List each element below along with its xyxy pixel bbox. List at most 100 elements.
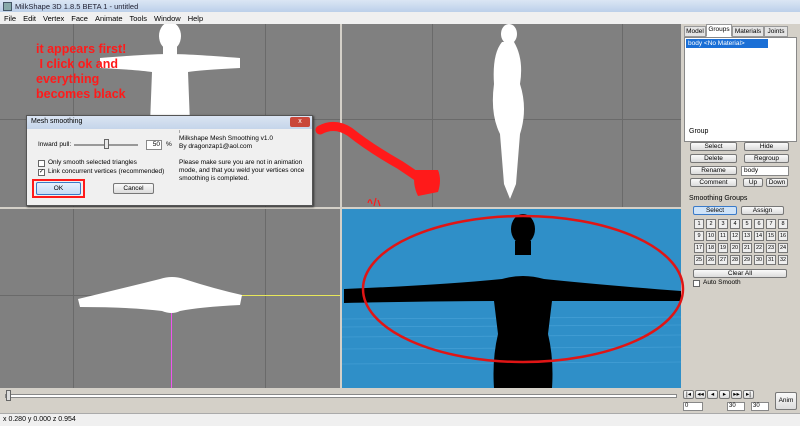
smoothing-group-button[interactable]: 13: [742, 231, 752, 241]
group-list[interactable]: body <No Material>: [684, 37, 797, 142]
end-frame-input[interactable]: 30: [727, 402, 745, 411]
play-button[interactable]: ▸: [719, 390, 730, 399]
menu-vertex[interactable]: Vertex: [43, 14, 64, 23]
percent-label: %: [166, 141, 172, 148]
dialog-close-button[interactable]: x: [290, 117, 310, 127]
regroup-button[interactable]: Regroup: [744, 154, 789, 163]
smoothing-group-button[interactable]: 22: [754, 243, 764, 253]
smoothing-group-button[interactable]: 3: [718, 219, 728, 229]
clear-all-button[interactable]: Clear All: [693, 269, 787, 278]
viewport-top[interactable]: [0, 209, 340, 388]
smoothing-group-button[interactable]: 7: [766, 219, 776, 229]
model-perspective-view: [342, 214, 681, 388]
smoothing-group-button[interactable]: 20: [730, 243, 740, 253]
group-section-title: Group: [689, 128, 709, 135]
viewport-side[interactable]: [342, 24, 681, 207]
animation-controls: |◂ ◂◂ ◂ ▸ ▸▸ ▸| 0 30 30 Anim: [683, 390, 798, 412]
group-name-input[interactable]: body: [741, 166, 789, 176]
auto-smooth-checkbox[interactable]: [693, 280, 700, 287]
cancel-button[interactable]: Cancel: [113, 183, 154, 194]
tab-materials[interactable]: Materials: [732, 26, 764, 37]
menu-face[interactable]: Face: [71, 14, 88, 23]
total-frame-input[interactable]: 30: [751, 402, 769, 411]
comment-button[interactable]: Comment: [690, 178, 737, 187]
up-button[interactable]: Up: [743, 178, 763, 187]
smoothing-group-button[interactable]: 11: [718, 231, 728, 241]
menu-help[interactable]: Help: [188, 14, 203, 23]
smoothing-group-button[interactable]: 32: [778, 255, 788, 265]
smoothing-group-button[interactable]: 12: [730, 231, 740, 241]
timeline-bar: [0, 388, 681, 413]
smoothing-group-button[interactable]: 5: [742, 219, 752, 229]
delete-button[interactable]: Delete: [690, 154, 737, 163]
smoothing-group-button[interactable]: 17: [694, 243, 704, 253]
select-button[interactable]: Select: [690, 142, 737, 151]
smoothing-group-button[interactable]: 19: [718, 243, 728, 253]
smoothing-group-button[interactable]: 18: [706, 243, 716, 253]
timeline-track[interactable]: [5, 394, 677, 398]
smoothing-assign-button[interactable]: Assign: [741, 206, 784, 215]
hide-button[interactable]: Hide: [744, 142, 789, 151]
annotation-text: it appears first! I click ok and everyth…: [36, 42, 126, 102]
smoothing-group-button[interactable]: 14: [754, 231, 764, 241]
smoothing-group-button[interactable]: 8: [778, 219, 788, 229]
smoothing-group-button[interactable]: 28: [730, 255, 740, 265]
menu-edit[interactable]: Edit: [23, 14, 36, 23]
annotation-line-1: it appears first!: [36, 42, 127, 56]
prev-frame-button[interactable]: ◂: [707, 390, 718, 399]
smoothing-group-button[interactable]: 30: [754, 255, 764, 265]
smoothing-group-button[interactable]: 25: [694, 255, 704, 265]
menu-window[interactable]: Window: [154, 14, 181, 23]
next-frame-button[interactable]: ▸▸: [731, 390, 742, 399]
smoothing-group-button[interactable]: 10: [706, 231, 716, 241]
mesh-smoothing-dialog: Mesh smoothing x Inward pull: 50 % Only …: [26, 115, 313, 206]
only-smooth-checkbox[interactable]: [38, 160, 45, 167]
smoothing-group-button[interactable]: 15: [766, 231, 776, 241]
rename-button[interactable]: Rename: [690, 166, 737, 175]
link-vertices-checkbox[interactable]: ✓: [38, 169, 45, 176]
smoothing-group-button[interactable]: 21: [742, 243, 752, 253]
menu-file[interactable]: File: [4, 14, 16, 23]
prev-key-button[interactable]: ◂◂: [695, 390, 706, 399]
viewport-perspective[interactable]: [342, 209, 681, 388]
link-vertices-label: Link concurrent vertices (recommended): [48, 168, 165, 175]
smoothing-group-button[interactable]: 4: [730, 219, 740, 229]
smoothing-group-button[interactable]: 2: [706, 219, 716, 229]
anim-button[interactable]: Anim: [775, 392, 797, 410]
smoothing-group-button[interactable]: 29: [742, 255, 752, 265]
last-frame-button[interactable]: ▸|: [743, 390, 754, 399]
tab-groups[interactable]: Groups: [706, 24, 732, 37]
model-side-view: [492, 24, 524, 199]
right-panel: Model Groups Materials Joints body <No M…: [681, 24, 800, 413]
smoothing-group-button[interactable]: 26: [706, 255, 716, 265]
start-frame-input[interactable]: 0: [683, 402, 703, 411]
smoothing-group-button[interactable]: 24: [778, 243, 788, 253]
annotation-line-4: becomes black: [36, 87, 126, 101]
smoothing-group-button[interactable]: 23: [766, 243, 776, 253]
app-icon: [3, 1, 12, 11]
dialog-title-bar: Mesh smoothing: [27, 116, 312, 129]
menu-animate[interactable]: Animate: [95, 14, 123, 23]
smoothing-group-button[interactable]: 27: [718, 255, 728, 265]
auto-smooth-label: Auto Smooth: [703, 279, 741, 286]
info-author: By dragonzap1@aol.com: [179, 143, 253, 150]
inward-pull-slider-thumb[interactable]: [104, 139, 109, 149]
window-title: MilkShape 3D 1.8.5 BETA 1 - untitled: [15, 1, 139, 11]
inward-pull-value[interactable]: 50: [146, 140, 162, 150]
status-bar: x 0.280 y 0.000 z 0.954: [0, 413, 800, 426]
group-list-item[interactable]: body <No Material>: [686, 39, 768, 48]
smoothing-select-button[interactable]: Select: [693, 206, 737, 215]
smoothing-group-button[interactable]: 1: [694, 219, 704, 229]
title-bar: MilkShape 3D 1.8.5 BETA 1 - untitled: [0, 0, 800, 12]
smoothing-group-button[interactable]: 6: [754, 219, 764, 229]
down-button[interactable]: Down: [766, 178, 788, 187]
smoothing-group-button[interactable]: 16: [778, 231, 788, 241]
menu-tools[interactable]: Tools: [130, 14, 148, 23]
ok-button[interactable]: OK: [36, 182, 81, 195]
first-frame-button[interactable]: |◂: [683, 390, 694, 399]
smoothing-group-button[interactable]: 31: [766, 255, 776, 265]
timeline-thumb[interactable]: [6, 390, 11, 401]
tab-joints[interactable]: Joints: [764, 26, 788, 37]
tab-model[interactable]: Model: [684, 26, 706, 37]
smoothing-group-button[interactable]: 9: [694, 231, 704, 241]
